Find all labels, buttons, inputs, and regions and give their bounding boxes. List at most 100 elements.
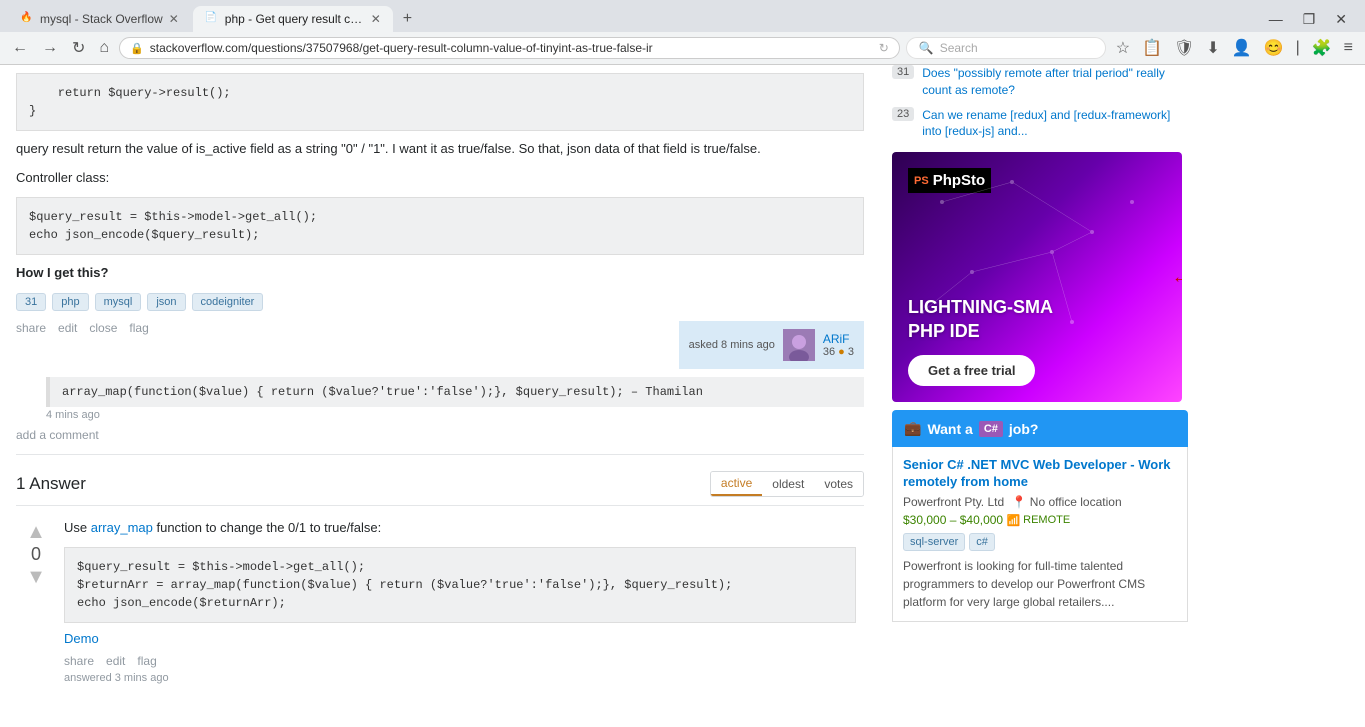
how-label: How I get this? [16,263,864,284]
tab-1-close[interactable]: ✕ [169,12,179,26]
close-button[interactable]: ✕ [1329,9,1353,30]
sidebar: 31 Does "possibly remote after trial per… [880,65,1200,718]
related-link-1[interactable]: Does "possibly remote after trial period… [922,65,1188,99]
related-item-1: 31 Does "possibly remote after trial per… [892,65,1188,99]
search-icon: 🔍 [919,41,934,55]
how-label-bold: How I get this? [16,265,108,280]
bronze-badge-dot: ● [838,346,845,358]
csharp-badge: C# [979,421,1003,437]
close-link[interactable]: close [89,321,117,335]
tag-php[interactable]: 31 [16,293,46,311]
home-button[interactable]: ⌂ [95,37,113,59]
bookmark-star-icon[interactable]: ☆ [1112,36,1134,60]
tab-2-close[interactable]: ✕ [371,12,381,26]
briefcase-icon: 💼 [904,420,921,437]
downvote-button[interactable]: ▼ [26,567,46,587]
edit-link[interactable]: edit [58,321,77,335]
shield-icon[interactable]: 🛡 [1170,36,1198,60]
answer-tabs: active oldest votes [710,471,864,497]
separator-icon: | [1292,37,1304,59]
profile-icon[interactable]: 👤 [1228,36,1256,60]
demo-link[interactable]: Demo [64,631,99,646]
share-link[interactable]: share [16,321,46,335]
refresh-button[interactable]: ↻ [68,36,89,60]
jobs-header-text: Want a [927,421,972,437]
menu-icon[interactable]: ≡ [1340,37,1357,59]
address-bar: ← → ↻ ⌂ 🔒 stackoverflow.com/questions/37… [0,32,1365,64]
answer-edit-link[interactable]: edit [106,654,125,668]
tab-votes[interactable]: votes [814,472,863,496]
reader-icon[interactable]: 📋 [1138,36,1166,60]
download-icon[interactable]: ⬇ [1202,36,1223,60]
jobs-body: Senior C# .NET MVC Web Developer - Work … [892,447,1188,622]
answers-title: 1 Answer [16,474,86,494]
answer-text-before: Use [64,520,91,535]
url-box[interactable]: 🔒 stackoverflow.com/questions/37507968/g… [119,37,900,59]
location-text: No office location [1030,495,1122,509]
tab-bar: 🔥 mysql - Stack Overflow ✕ 📄 php - Get q… [0,0,1365,32]
asked-time: asked 8 mins ago [689,339,775,351]
remote-badge: 📶 REMOTE [1006,514,1070,527]
ad-banner: PS PhpSto ↔ LIGHTNI [892,152,1182,402]
flag-link[interactable]: flag [129,321,148,335]
vote-count: 0 [31,544,41,565]
user-card: asked 8 mins ago ARiF 36 ● 3 [679,321,864,369]
search-placeholder-text: Search [940,41,978,55]
tab-1[interactable]: 🔥 mysql - Stack Overflow ✕ [8,6,191,32]
tag-php[interactable]: php [52,293,88,311]
related-link-2[interactable]: Can we rename [redux] and [redux-framewo… [922,107,1188,141]
skill-csharp[interactable]: c# [969,533,995,551]
code-top-text: return $query->result(); } [29,84,851,120]
minimize-button[interactable]: — [1263,9,1289,30]
salary-amount: $30,000 – $40,000 [903,513,1003,527]
answer-text: Use array_map function to change the 0/1… [64,518,856,539]
user-rep: 36 [823,346,835,358]
post-meta-row: share edit close flag asked 8 mins ago A… [16,321,864,369]
location-dot-icon: 📍 [1012,495,1027,509]
code-block-top: return $query->result(); } [16,73,864,131]
extension-icon[interactable]: 🧩 [1308,36,1336,60]
user-name[interactable]: ARiF [823,332,854,346]
answer-flag-link[interactable]: flag [137,654,156,668]
upvote-button[interactable]: ▲ [26,522,46,542]
answer-row: ▲ 0 ▼ Use array_map function to change t… [16,518,864,684]
tab-oldest[interactable]: oldest [762,472,814,496]
browser-chrome: 🔥 mysql - Stack Overflow ✕ 📄 php - Get q… [0,0,1365,65]
answers-header: 1 Answer active oldest votes [16,471,864,506]
divider-1 [16,454,864,455]
toolbar-icons: ☆ 📋 🛡 ⬇ 👤 😊 | 🧩 ≡ [1112,36,1357,60]
new-tab-button[interactable]: + [395,6,420,32]
window-controls: — ❐ ✕ [1263,9,1357,30]
tab-2[interactable]: 📄 php - Get query result col... ✕ [193,6,393,32]
question-actions: share edit close flag [16,321,149,335]
ad-network-bg [892,152,1182,402]
jobs-panel-header: 💼 Want a C# job? [892,410,1188,447]
tab-active[interactable]: active [711,472,762,496]
controller-label: Controller class: [16,168,864,189]
comment-meta: 4 mins ago [46,409,864,421]
forward-button[interactable]: → [38,37,62,59]
tag-codeigniter[interactable]: codeigniter [192,293,264,311]
tag-json[interactable]: json [147,293,185,311]
job-description: Powerfront is looking for full-time tale… [903,557,1177,611]
refresh-inline-icon[interactable]: ↻ [879,41,889,55]
main-layout: return $query->result(); } query result … [0,65,1365,718]
user-badges: 36 ● 3 [823,346,854,358]
company-name-text: Powerfront Pty. Ltd [903,495,1004,509]
back-button[interactable]: ← [8,37,32,59]
maximize-button[interactable]: ❐ [1297,9,1322,30]
code-block-controller: $query_result = $this->model->get_all();… [16,197,864,255]
skill-sql-server[interactable]: sql-server [903,533,965,551]
add-comment-link[interactable]: add a comment [16,428,99,442]
answer-code-text: $query_result = $this->model->get_all();… [77,558,843,612]
vote-area: ▲ 0 ▼ [16,518,56,684]
answer-share-link[interactable]: share [64,654,94,668]
content-area: return $query->result(); } query result … [0,65,880,718]
user-avatar [783,329,815,361]
array-map-link[interactable]: array_map [91,520,153,535]
tab-2-favicon: 📄 [205,12,219,26]
search-box[interactable]: 🔍 Search [906,37,1106,59]
tag-mysql[interactable]: mysql [95,293,142,311]
job-title[interactable]: Senior C# .NET MVC Web Developer - Work … [903,457,1177,491]
avatar-icon[interactable]: 😊 [1260,36,1288,60]
